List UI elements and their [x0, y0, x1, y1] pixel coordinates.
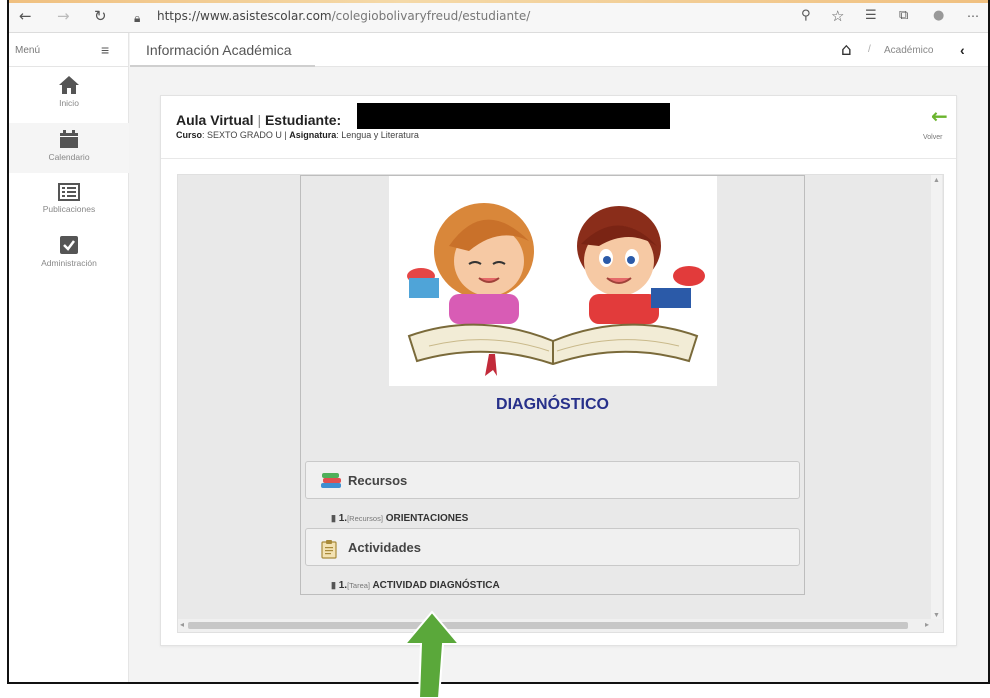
curso-value: SEXTO GRADO U [207, 130, 282, 140]
title-separator: | [257, 112, 265, 128]
item-number: 1. [338, 513, 348, 524]
breadcrumb[interactable]: Académico [884, 45, 933, 56]
redacted-student-name [357, 103, 670, 129]
card-title: Aula Virtual | Estudiante: [176, 112, 341, 128]
sidebar-item-publicaciones[interactable]: Publicaciones [9, 183, 129, 229]
illustration-graphic [407, 203, 705, 376]
lock-icon: 🔒︎ [134, 11, 141, 25]
horizontal-scrollbar[interactable]: ◂ ▸ [178, 619, 943, 632]
clipboard-icon [321, 540, 337, 559]
annotation-arrow-icon [402, 610, 462, 698]
list-item[interactable]: ▮ 1.[Recursos] ORIENTACIONES [331, 513, 468, 524]
item-text: ACTIVIDAD DIAGNÓSTICA [372, 580, 500, 591]
profile-icon[interactable]: ● [933, 8, 944, 24]
sidebar-item-label: Calendario [48, 152, 90, 162]
course-meta: Curso: SEXTO GRADO U | Asignatura: Lengu… [176, 130, 419, 140]
document-icon: ▮ [331, 513, 336, 523]
actividades-section-header[interactable]: Actividades [305, 528, 800, 566]
recursos-section-header[interactable]: Recursos [305, 461, 800, 499]
item-number: 1. [338, 580, 348, 591]
scrollbar-thumb[interactable] [188, 622, 908, 629]
sidebar-item-label: Administración [41, 258, 97, 268]
scroll-down-icon[interactable]: ▼ [933, 612, 940, 619]
item-tag: [Recursos] [347, 514, 383, 523]
curso-label: Curso [176, 130, 203, 140]
reading-kids-illustration [389, 176, 717, 386]
browser-window: ← → ↻ 🔒︎ https://www.asistescolar.com/co… [7, 0, 990, 684]
asignatura-label: Asignatura [289, 130, 337, 140]
content-scroll-area[interactable]: DIAGNÓSTICO Recursos ▮ 1.[Recursos] ORIE… [177, 174, 944, 633]
favorite-star-icon[interactable]: ☆ [831, 8, 844, 24]
url-path: /colegiobolivaryfreud/estudiante/ [331, 9, 531, 23]
title-aula: Aula Virtual [176, 112, 254, 128]
section-title: DIAGNÓSTICO [496, 396, 609, 413]
sidebar-item-calendario[interactable]: Calendario [9, 123, 129, 173]
calendar-icon [60, 130, 78, 148]
favorites-list-icon[interactable]: ☰ [865, 8, 877, 24]
vertical-scrollbar[interactable]: ▲ ▼ [931, 175, 942, 621]
title-underline [130, 65, 315, 67]
home-icon [59, 76, 79, 94]
url-host: https://www.asistescolar.com [157, 9, 332, 23]
scroll-left-icon[interactable]: ◂ [180, 620, 184, 629]
menu-label: Menú [15, 45, 41, 56]
card-header: Aula Virtual | Estudiante: Curso: SEXTO … [161, 96, 956, 159]
menu-header: Menú ≡ [9, 33, 129, 67]
item-text: ORIENTACIONES [385, 513, 469, 524]
more-icon[interactable]: ⋯ [967, 8, 979, 24]
item-tag: [Tarea] [347, 581, 371, 590]
recursos-label: Recursos [348, 473, 408, 488]
hamburger-icon[interactable]: ≡ [101, 42, 109, 58]
sidebar: Inicio Calendario Publicaciones Administ… [9, 67, 129, 682]
sidebar-item-administracion[interactable]: Administración [9, 235, 129, 281]
diagnostic-panel: DIAGNÓSTICO Recursos ▮ 1.[Recursos] ORIE… [300, 175, 805, 595]
toolbar-accent [9, 0, 988, 3]
scroll-up-icon[interactable]: ▲ [933, 177, 940, 184]
asignatura-value: Lengua y Literatura [341, 130, 419, 140]
document-icon: ▮ [331, 580, 336, 590]
list-icon [58, 183, 80, 201]
search-icon[interactable]: ⚲ [801, 8, 811, 24]
aula-virtual-card: Aula Virtual | Estudiante: Curso: SEXTO … [160, 95, 957, 646]
forward-icon[interactable]: → [57, 8, 70, 24]
address-bar[interactable]: https://www.asistescolar.com/colegioboli… [157, 9, 530, 23]
collections-icon[interactable]: ⧉ [899, 8, 908, 24]
browser-toolbar: ← → ↻ 🔒︎ https://www.asistescolar.com/co… [9, 0, 988, 33]
chevron-left-icon[interactable]: ‹ [960, 42, 965, 58]
title-estudiante: Estudiante: [264, 112, 342, 128]
checkbox-icon [60, 236, 78, 254]
actividades-label: Actividades [348, 540, 421, 555]
sidebar-item-label: Inicio [59, 98, 79, 108]
refresh-icon[interactable]: ↻ [94, 8, 107, 24]
list-item[interactable]: ▮ 1.[Tarea] ACTIVIDAD DIAGNÓSTICA [331, 580, 500, 591]
sidebar-item-label: Publicaciones [42, 204, 96, 214]
page-title: Información Académica [146, 42, 292, 58]
back-icon[interactable]: ← [19, 8, 32, 24]
breadcrumb-separator: / [868, 44, 871, 55]
books-icon [321, 473, 341, 488]
scroll-right-icon[interactable]: ▸ [925, 620, 929, 629]
sidebar-item-inicio[interactable]: Inicio [9, 75, 129, 121]
app-header: Información Académica ⌂ / Académico ‹ [130, 33, 988, 67]
back-arrow-icon[interactable]: ← [931, 104, 948, 128]
home-icon[interactable]: ⌂ [841, 40, 852, 60]
volver-label[interactable]: Volver [923, 134, 942, 141]
